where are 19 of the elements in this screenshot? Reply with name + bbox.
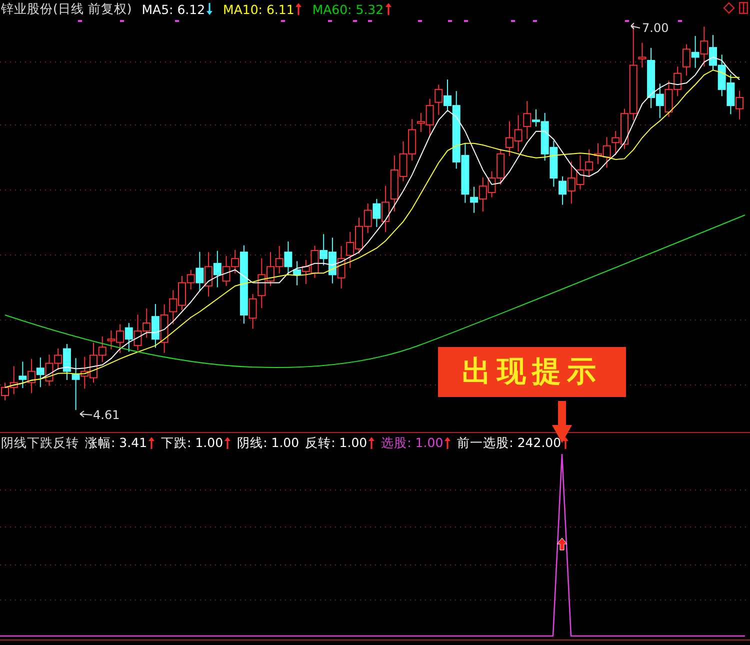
indicator-value: 阴线: 1.00 [237, 434, 300, 452]
signal-callout: 出现提示 [438, 347, 626, 397]
ma-value: MA5: 6.12 [142, 2, 206, 16]
ma-value: MA10: 6.11 [223, 2, 294, 16]
indicator-value: 前一选股: 242.00 [457, 434, 562, 452]
window-icon[interactable] [739, 2, 748, 14]
up-arrow-icon [556, 538, 568, 550]
indicator-value: 下跌: 1.00 [161, 434, 224, 452]
indicator-value: 反转: 1.00 [305, 434, 368, 452]
stock-title: 锌业股份(日线 前复权) [1, 0, 132, 18]
indicator-value: 涨幅: 3.41 [85, 434, 148, 452]
ma-value: MA60: 5.32 [312, 2, 384, 16]
leader-line [80, 410, 92, 418]
indicator-value: 选股: 1.00 [381, 434, 444, 452]
leader-line [630, 22, 640, 30]
low-price-label: 4.61 [93, 408, 120, 422]
high-price-label: 7.00 [642, 21, 669, 35]
indicator-title: 阴线下跌反转 [1, 434, 79, 452]
diamond-icon[interactable] [723, 2, 735, 14]
